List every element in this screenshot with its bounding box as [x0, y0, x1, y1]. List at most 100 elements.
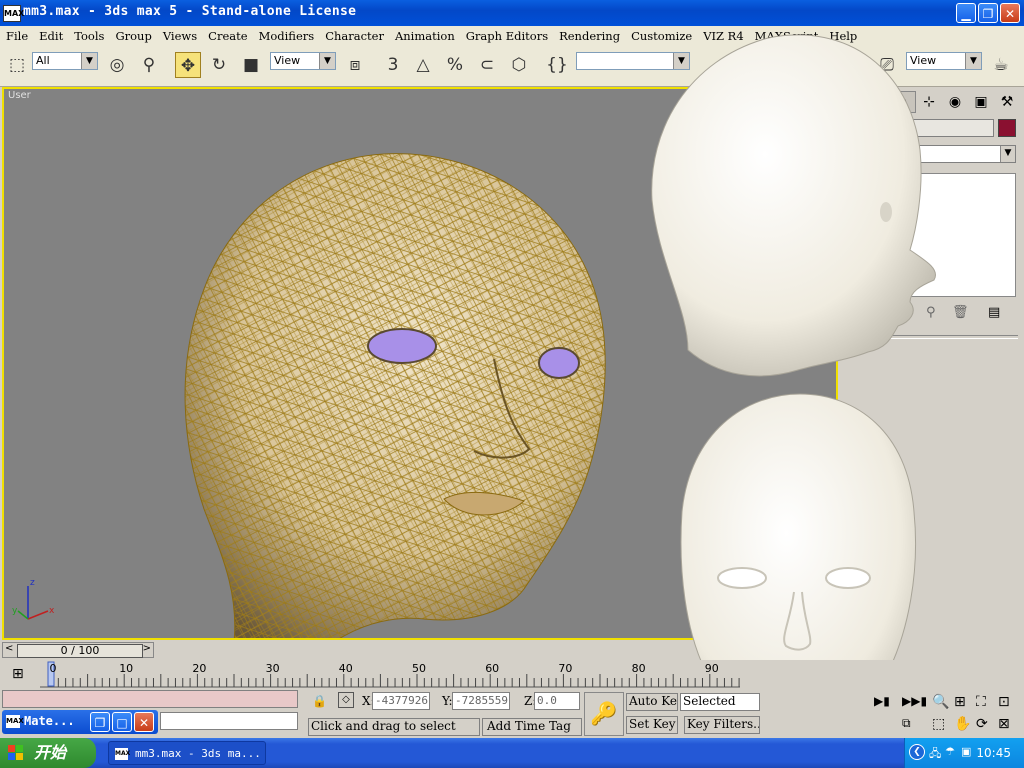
select-region-icon[interactable]: ⬚ [4, 52, 30, 78]
select-link-icon[interactable]: ⚲ [136, 52, 162, 78]
go-to-end-icon[interactable]: ▶▶▮ [902, 694, 927, 708]
y-coord-field[interactable]: -7285559 [452, 692, 510, 710]
key-selection-dropdown[interactable]: Selected [680, 693, 760, 711]
set-key-icon[interactable]: 🔑 [584, 692, 624, 736]
auto-key-button[interactable]: Auto Key [626, 693, 678, 711]
chevron-down-icon: ▼ [319, 53, 335, 69]
region-zoom-icon[interactable]: ⬚ [932, 716, 945, 732]
track-bar[interactable]: ⊞ 0 10 20 30 40 50 60 70 80 90 [0, 660, 1024, 688]
network-icon[interactable]: 🖧 [929, 745, 941, 764]
monitor-icon[interactable]: ▣ [961, 745, 971, 758]
object-color-swatch[interactable] [998, 119, 1016, 137]
material-editor-title: Mate... [24, 714, 75, 728]
timeline-ruler[interactable]: 0 10 20 30 40 50 60 70 80 90 [40, 660, 740, 688]
reference-coordinate-dropdown[interactable]: View ▼ [270, 52, 336, 70]
z-coord-field[interactable]: 0.0 [534, 692, 580, 710]
taskbar-item-3dsmax[interactable]: MAX mm3.max - 3ds ma... [108, 741, 266, 765]
material-editor-minimized[interactable]: MAX Mate... ❐ □ ✕ [2, 710, 158, 734]
tray-expand-icon[interactable]: ❮ [909, 744, 925, 760]
percent-snap-icon[interactable]: % [442, 52, 468, 78]
menu-character[interactable]: Character [319, 26, 389, 43]
ruler-tick-label: 90 [705, 662, 719, 675]
start-label: 开始 [34, 743, 67, 762]
teapot-render-icon[interactable]: ☕ [988, 52, 1014, 78]
arc-rotate-icon[interactable]: ⟳ [976, 716, 988, 732]
close-button[interactable]: ✕ [1000, 3, 1020, 23]
menu-create[interactable]: Create [202, 26, 252, 43]
select-scale-icon[interactable]: ■ [238, 52, 264, 78]
umbrella-icon[interactable]: ☂ [945, 745, 955, 758]
remove-modifier-icon[interactable]: 🗑 [952, 305, 969, 320]
start-button[interactable]: 开始 [0, 738, 96, 768]
eye-left [367, 328, 437, 364]
ruler-tick-label: 70 [558, 662, 572, 675]
axis-x-label: x [49, 606, 55, 616]
zoom-all-icon[interactable]: ⊞ [954, 694, 966, 710]
axis-y-label: y [12, 606, 18, 616]
restore-button[interactable]: ❐ [90, 712, 110, 732]
windows-logo-icon [8, 745, 23, 760]
mini-curve-editor-icon[interactable]: ⊞ [12, 666, 24, 682]
menu-file[interactable]: File [0, 26, 33, 43]
menu-edit[interactable]: Edit [33, 26, 68, 43]
maximize-viewport-icon[interactable]: ⊠ [998, 716, 1010, 732]
selection-filter-dropdown[interactable]: All ▼ [32, 52, 98, 70]
select-by-name-icon[interactable]: ◎ [104, 52, 130, 78]
menu-modifiers[interactable]: Modifiers [253, 26, 320, 43]
spinner-snap-icon[interactable]: ⊂ [474, 52, 500, 78]
maxscript-listener-field[interactable] [2, 690, 298, 708]
slider-next-icon[interactable]: > [143, 643, 151, 654]
add-time-tag-button[interactable]: Add Time Tag [482, 718, 582, 736]
configure-modifier-sets-icon[interactable]: ▤ [988, 305, 1000, 320]
utilities-tab-icon[interactable]: ⚒ [994, 91, 1020, 113]
menu-views[interactable]: Views [157, 26, 202, 43]
angle-snap-icon[interactable]: △ [410, 52, 436, 78]
restore-button[interactable]: ❐ [978, 3, 998, 23]
key-filters-button[interactable]: Key Filters... [684, 716, 760, 734]
named-selection-icon[interactable]: ⬡ [506, 52, 532, 78]
absolute-mode-icon[interactable]: ◇ [338, 692, 354, 708]
menu-group[interactable]: Group [109, 26, 156, 43]
ruler-tick-label: 50 [412, 662, 426, 675]
zoom-extents-all-icon[interactable]: ⊡ [998, 694, 1010, 710]
snap-toggle-icon[interactable]: 3 [380, 52, 406, 78]
pan-icon[interactable]: ✋ [954, 716, 971, 732]
display-tab-icon[interactable]: ▣ [968, 91, 994, 113]
minimize-button[interactable]: ▁ [956, 3, 976, 23]
app-icon[interactable]: MAX [3, 5, 24, 22]
window-title: mm3.max - 3ds max 5 - Stand-alone Licens… [23, 4, 357, 19]
reference-coordinate-value: View [274, 54, 301, 67]
motion-tab-icon[interactable]: ◉ [942, 91, 968, 113]
taskbar-item-label: mm3.max - 3ds ma... [135, 747, 261, 760]
ruler-tick-label: 40 [339, 662, 353, 675]
menu-rendering[interactable]: Rendering [553, 26, 625, 43]
zoom-icon[interactable]: 🔍 [932, 694, 949, 710]
chevron-down-icon: ▼ [965, 53, 981, 69]
menu-animation[interactable]: Animation [389, 26, 460, 43]
time-slider-thumb[interactable]: 0 / 100 [17, 644, 143, 658]
menu-graph-editors[interactable]: Graph Editors [460, 26, 553, 43]
selection-prompt: Click and drag to select [308, 718, 480, 736]
close-button[interactable]: ✕ [134, 712, 154, 732]
slider-prev-icon[interactable]: < [5, 643, 13, 654]
taskbar: 开始 MAX mm3.max - 3ds ma... ❮ 🖧 ☂ ▣ 10:45 [0, 738, 1024, 768]
status-prompt-field[interactable] [160, 712, 298, 730]
x-coord-field[interactable]: -4377926 [372, 692, 430, 710]
time-slider[interactable]: < 0 / 100 > [2, 642, 154, 658]
head-side-render-image [651, 34, 936, 377]
menu-tools[interactable]: Tools [68, 26, 109, 43]
time-config-icon[interactable]: ⧉ [902, 716, 911, 731]
next-frame-icon[interactable]: ▶▮ [874, 694, 890, 708]
zoom-extents-icon[interactable]: ⛶ [976, 694, 986, 710]
eye-right [538, 347, 580, 379]
ruler-tick-label: 60 [485, 662, 499, 675]
y-coord-label: Y: [442, 694, 453, 708]
edit-named-selection-icon[interactable]: {} [544, 52, 570, 78]
maximize-button[interactable]: □ [112, 712, 132, 732]
lock-selection-icon[interactable]: 🔒 [312, 694, 327, 708]
pivot-center-icon[interactable]: ⧈ [342, 52, 368, 78]
set-key-button[interactable]: Set Key [626, 716, 678, 734]
select-move-icon[interactable]: ✥ [175, 52, 201, 78]
title-bar: MAX mm3.max - 3ds max 5 - Stand-alone Li… [0, 0, 1024, 26]
select-rotate-icon[interactable]: ↻ [206, 52, 232, 78]
